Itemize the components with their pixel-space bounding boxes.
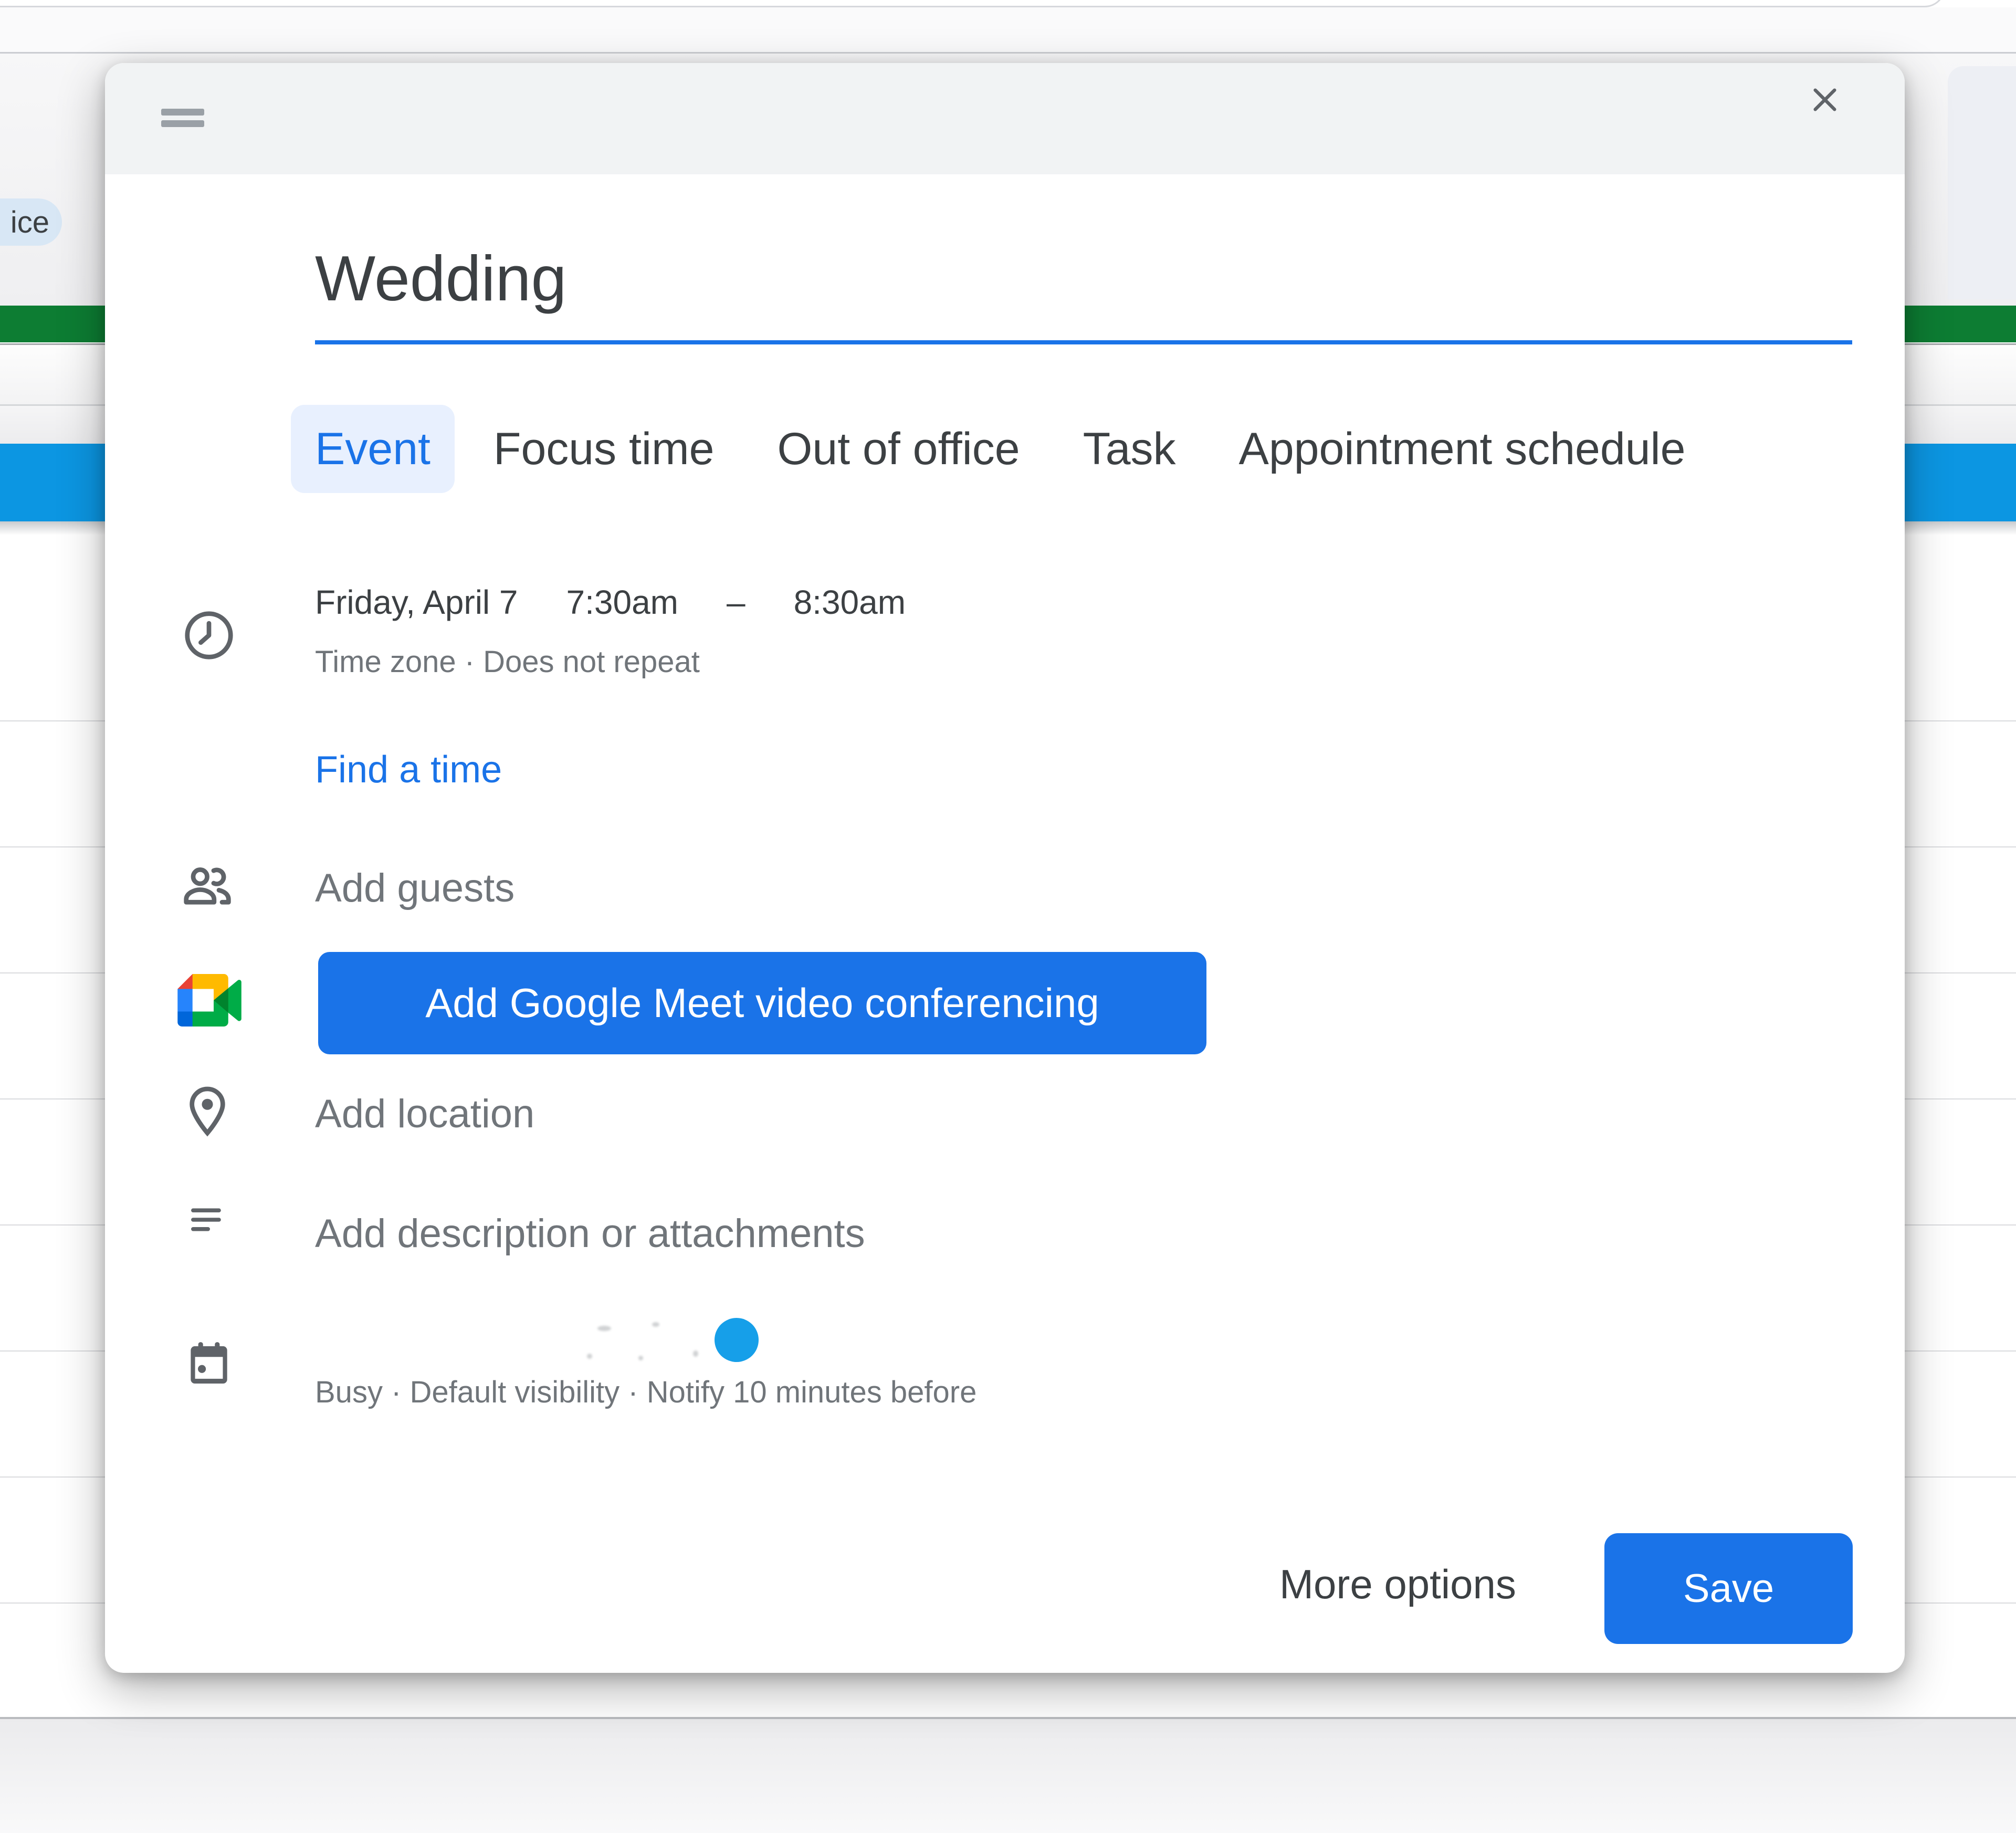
dialog-header[interactable] — [105, 63, 1905, 174]
background-band — [0, 7, 2016, 52]
add-guests-input[interactable]: Add guests — [315, 865, 514, 911]
tab-focus-time[interactable]: Focus time — [494, 423, 715, 475]
add-location-input[interactable]: Add location — [315, 1091, 534, 1137]
screen: ice Wedding Event Focus time Out of offi… — [0, 0, 2016, 1833]
background-side-panel — [1948, 66, 2016, 299]
clock-icon — [180, 606, 238, 664]
add-description-input[interactable]: Add description or attachments — [315, 1211, 865, 1256]
location-icon — [178, 1083, 236, 1140]
busy-visibility-meta[interactable]: Busy · Default visibility · Notify 10 mi… — [315, 1375, 976, 1410]
title-underline — [315, 340, 1852, 344]
start-time-value[interactable]: 7:30am — [566, 583, 678, 622]
time-range-dash: – — [726, 583, 746, 621]
timezone-repeat-meta[interactable]: Time zone · Does not repeat — [315, 644, 700, 679]
more-options-button[interactable]: More options — [1279, 1560, 1516, 1608]
background-band — [0, 1719, 2016, 1833]
event-type-tabs: Event Focus time Out of office Task Appo… — [291, 405, 1685, 493]
tab-event[interactable]: Event — [291, 405, 455, 493]
drag-handle-icon[interactable] — [161, 109, 204, 128]
datetime-row[interactable]: Friday, April 7 7:30am – 8:30am — [315, 583, 906, 622]
close-icon[interactable] — [1805, 80, 1845, 120]
event-create-dialog: Wedding Event Focus time Out of office T… — [105, 63, 1905, 1673]
guests-icon — [178, 857, 236, 915]
add-google-meet-button[interactable]: Add Google Meet video conferencing — [318, 952, 1206, 1054]
out-of-office-chip[interactable]: ice — [0, 198, 62, 246]
title-input[interactable]: Wedding — [315, 242, 1852, 341]
end-time-value[interactable]: 8:30am — [794, 583, 906, 622]
description-icon — [183, 1195, 233, 1245]
google-meet-icon — [177, 974, 242, 1027]
save-button[interactable]: Save — [1604, 1533, 1853, 1644]
date-value[interactable]: Friday, April 7 — [315, 583, 518, 622]
tab-out-of-office[interactable]: Out of office — [777, 423, 1020, 475]
out-of-office-chip-label: ice — [10, 205, 49, 239]
background-card-edge — [0, 0, 1946, 7]
tab-task[interactable]: Task — [1083, 423, 1176, 475]
find-a-time-link[interactable]: Find a time — [315, 748, 502, 791]
calendar-color-dot[interactable] — [715, 1318, 759, 1362]
tab-appointment-schedule[interactable]: Appointment schedule — [1238, 423, 1685, 475]
calendar-icon — [182, 1334, 236, 1392]
